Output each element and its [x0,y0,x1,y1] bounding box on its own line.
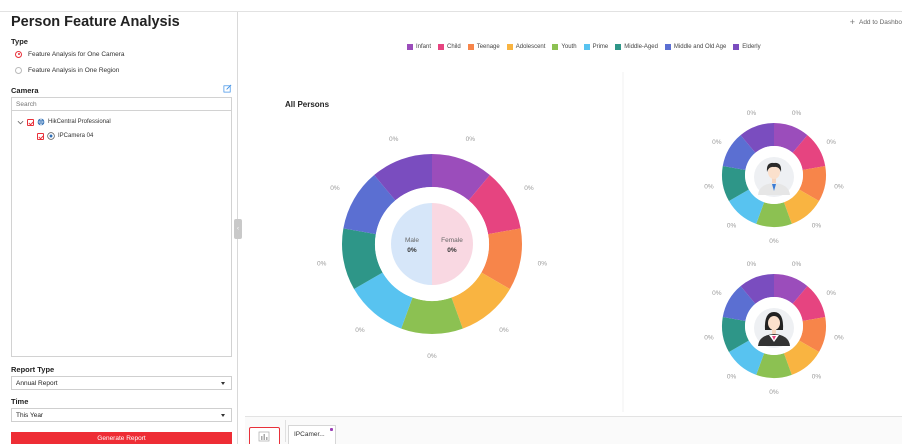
thumbnail-toggle-button[interactable] [249,427,280,444]
segment-percent-label: 0% [834,334,844,341]
segment-percent-label: 0% [826,139,836,146]
type-label: Type [11,37,28,46]
left-panel: Person Feature Analysis Type Feature Ana… [0,12,238,444]
segment-percent-label: 0% [712,290,722,297]
tab-divider [285,420,286,442]
segment-percent-label: 0% [727,223,737,230]
time-label: Time [11,397,29,406]
segment-percent-label: 0% [834,183,844,190]
bar-chart-icon [258,431,270,442]
collapse-panel-handle[interactable]: ‹ [234,219,242,239]
segment-percent-label: 0% [826,290,836,297]
segment-percent-label: 0% [466,136,476,143]
all-persons-donut-chart: 0% 0% 0% 0% 0% 0% 0% 0% 0% Male 0% Female 0% [317,136,547,360]
report-type-value: Annual Report [16,380,58,387]
segment-percent-label: 0% [769,389,779,396]
segment-percent-label: 0% [389,136,399,143]
male-donut-chart: 0% 0% 0% 0% 0% 0% 0% 0% 0% [704,110,844,245]
male-avatar-icon [754,157,794,197]
generate-report-button[interactable]: Generate Report [11,432,232,444]
segment-percent-label: 0% [499,327,509,334]
radio-unselected-icon[interactable] [15,66,22,74]
male-value: 0% [407,247,417,254]
segment-percent-label: 0% [747,261,757,268]
segment-percent-label: 0% [747,110,757,117]
camera-icon [47,132,55,140]
report-type-select[interactable]: Annual Report [11,376,232,390]
bottom-tab-bar: IPCamer... [245,416,902,444]
report-type-label: Report Type [11,365,55,374]
page-title: Person Feature Analysis [11,14,180,30]
male-label: Male [405,237,419,244]
charts-canvas: 0%0%0%0%0%0%0%0%0%Male0%Female0% 0%0%0%0… [317,72,844,412]
segment-percent-label: 0% [812,223,822,230]
segment-percent-label: 0% [524,185,534,192]
edit-icon[interactable] [223,84,232,93]
radio-one-region-label: Feature Analysis in One Region [28,66,120,74]
female-donut-chart: 0% 0% 0% 0% 0% 0% 0% 0% 0% [704,261,844,396]
chart-area: + Add to Dashbo Infant Child Teenage Adoles… [245,12,902,444]
female-value: 0% [447,247,457,254]
segment-percent-label: 0% [355,327,365,334]
radio-selected-icon[interactable] [15,50,22,58]
tree-item-site[interactable]: HikCentral Professional [17,117,111,127]
segment-percent-label: 0% [812,374,822,381]
tree-item-camera-label: IPCamera 04 [58,133,94,139]
segment-percent-label: 0% [330,185,340,192]
segment-percent-label: 0% [792,261,802,268]
segment-percent-label: 0% [317,260,327,267]
segment-percent-label: 0% [704,334,714,341]
female-avatar-icon [754,308,794,348]
segment-percent-label: 0% [704,183,714,190]
segment-percent-label: 0% [769,238,779,245]
segment-percent-label: 0% [792,110,802,117]
tab-camera[interactable]: IPCamer... [288,425,336,444]
radio-one-camera-label: Feature Analysis for One Camera [28,50,125,58]
tab-marker [330,428,333,431]
radio-one-camera[interactable]: Feature Analysis for One Camera [15,49,124,59]
camera-label: Camera [11,86,39,95]
tree-item-camera[interactable]: IPCamera 04 [37,131,93,141]
tab-camera-label: IPCamer... [294,431,325,438]
caret-down-icon [221,382,225,385]
chevron-down-icon[interactable] [17,119,24,126]
segment-percent-label: 0% [538,260,548,267]
segment-percent-label: 0% [427,353,437,360]
tree-item-site-label: HikCentral Professional [48,119,111,125]
segment-percent-label: 0% [727,374,737,381]
site-icon [37,118,45,126]
time-select[interactable]: This Year [11,408,232,422]
checkbox-icon[interactable] [37,132,44,140]
search-input[interactable] [11,97,232,111]
checkbox-icon[interactable] [27,118,34,126]
caret-down-icon [221,414,225,417]
camera-tree: HikCentral Professional IPCamera 04 [11,111,232,357]
segment-percent-label: 0% [712,139,722,146]
time-value: This Year [16,412,44,419]
radio-one-region[interactable]: Feature Analysis in One Region [15,65,119,75]
female-label: Female [441,237,463,244]
